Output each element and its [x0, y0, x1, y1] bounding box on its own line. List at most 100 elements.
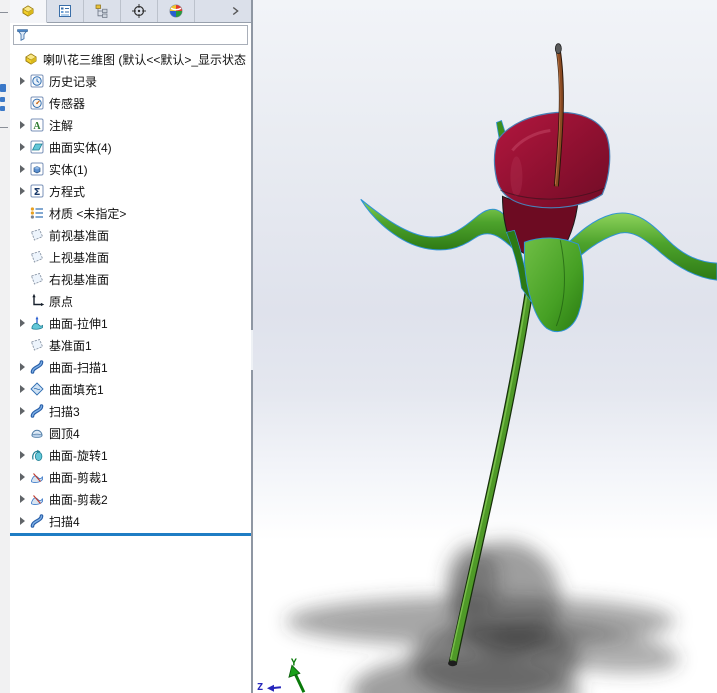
tree-item-label: 圆顶4: [49, 425, 80, 442]
tree-item[interactable]: 方程式: [10, 180, 251, 202]
origin-icon: [29, 293, 46, 309]
tree-item-label: 实体(1): [49, 161, 88, 178]
edge-divider: [0, 12, 8, 13]
tree-item[interactable]: 曲面-旋转1: [10, 444, 251, 466]
tree-item[interactable]: 曲面-扫描1: [10, 356, 251, 378]
tree-item-label: 扫描4: [49, 513, 80, 530]
tree-item[interactable]: 曲面-剪裁1: [10, 466, 251, 488]
surface-trim-icon: [29, 491, 46, 507]
surface-fill-icon: [29, 381, 46, 397]
tree-item[interactable]: 传感器: [10, 92, 251, 114]
tree-item-label: 曲面-剪裁2: [49, 491, 108, 508]
surface-extrude-icon: [29, 315, 46, 331]
tree-item[interactable]: 圆顶4: [10, 422, 251, 444]
plane-icon: [29, 227, 46, 243]
triad-z-label: Z: [257, 682, 263, 693]
model-shadow: [286, 542, 682, 693]
tree-item[interactable]: 基准面1: [10, 334, 251, 356]
tree-item[interactable]: 曲面填充1: [10, 378, 251, 400]
tree-item-label: 原点: [49, 293, 73, 310]
feature-tree: 喇叭花三维图 (默认<<默认>_显示状态 历史记录 传感器 注解 曲面实体(4): [10, 48, 251, 536]
expand-arrow-icon[interactable]: [16, 77, 28, 85]
tree-item[interactable]: 材质 <未指定>: [10, 202, 251, 224]
expand-arrow-icon[interactable]: [16, 143, 28, 151]
tree-item[interactable]: 曲面实体(4): [10, 136, 251, 158]
tab-configurationmanager[interactable]: [84, 0, 121, 22]
edge-divider: [0, 127, 8, 128]
surface-trim-icon: [29, 469, 46, 485]
expand-arrow-icon[interactable]: [16, 165, 28, 173]
filter-row: [10, 22, 251, 48]
tree-item-label: 曲面-扫描1: [49, 359, 108, 376]
expand-arrow-icon[interactable]: [16, 385, 28, 393]
expand-arrow-icon[interactable]: [16, 451, 28, 459]
tree-item-label: 曲面填充1: [49, 381, 104, 398]
tree-item[interactable]: 原点: [10, 290, 251, 312]
dome-icon: [29, 425, 46, 441]
part-icon: [23, 51, 40, 67]
tree-item[interactable]: 曲面-剪裁2: [10, 488, 251, 510]
tree-item[interactable]: 扫描3: [10, 400, 251, 422]
edge-glyph-icon: [0, 84, 6, 92]
display-manager-icon: [168, 3, 184, 19]
sweep-icon: [29, 359, 46, 375]
expand-arrow-icon[interactable]: [16, 495, 28, 503]
surface-bodies-icon: [29, 139, 46, 155]
tree-item[interactable]: 右视基准面: [10, 268, 251, 290]
expand-arrow-icon[interactable]: [16, 121, 28, 129]
tabbar-spacer: [195, 0, 219, 22]
tree-item[interactable]: 扫描4: [10, 510, 251, 532]
equations-icon: [29, 183, 46, 199]
tree-item[interactable]: 曲面-拉伸1: [10, 312, 251, 334]
tree-item-label: 注解: [49, 117, 73, 134]
edge-glyph-icon: [0, 97, 5, 102]
tab-propertymanager[interactable]: [47, 0, 84, 22]
tab-displaymanager[interactable]: [158, 0, 195, 22]
tree-item-label: 扫描3: [49, 403, 80, 420]
tree-item-label: 材质 <未指定>: [49, 205, 126, 222]
tab-featuremanager[interactable]: [10, 0, 47, 23]
tree-item[interactable]: 上视基准面: [10, 246, 251, 268]
filter-box[interactable]: [13, 25, 248, 45]
right-leaf: [560, 213, 717, 280]
tree-item[interactable]: 历史记录: [10, 70, 251, 92]
tree-item-label: 曲面-旋转1: [49, 447, 108, 464]
history-icon: [29, 73, 46, 89]
tree-item[interactable]: 实体(1): [10, 158, 251, 180]
tree-item-label: 右视基准面: [49, 271, 109, 288]
plane-icon: [29, 249, 46, 265]
expand-arrow-icon[interactable]: [16, 363, 28, 371]
tree-item-label: 基准面1: [49, 337, 92, 354]
tree-item[interactable]: 前视基准面: [10, 224, 251, 246]
tree-item-label: 历史记录: [49, 73, 97, 90]
featuremanager-panel: 喇叭花三维图 (默认<<默认>_显示状态 历史记录 传感器 注解 曲面实体(4): [10, 0, 253, 693]
tree-item-label: 曲面-拉伸1: [49, 315, 108, 332]
expand-arrow-icon[interactable]: [16, 407, 28, 415]
expand-arrow-icon[interactable]: [16, 187, 28, 195]
sensors-icon: [29, 95, 46, 111]
orientation-triad: Y Z: [257, 657, 304, 693]
filter-input[interactable]: [31, 27, 245, 43]
tree-item-label: 曲面-剪裁1: [49, 469, 108, 486]
tabbar-expand-button[interactable]: [219, 0, 251, 22]
tree-root-label: 喇叭花三维图 (默认<<默认>_显示状态: [43, 51, 246, 68]
flower-3d-model: Y Z: [253, 0, 717, 693]
solid-bodies-icon: [29, 161, 46, 177]
rollback-bar[interactable]: [10, 533, 251, 536]
plane-icon: [29, 271, 46, 287]
surface-revolve-icon: [29, 447, 46, 463]
tree-item-label: 曲面实体(4): [49, 139, 112, 156]
chevron-right-icon: [228, 4, 242, 18]
expand-arrow-icon[interactable]: [16, 319, 28, 327]
filter-funnel-icon: [16, 28, 29, 42]
solidworks-window: { "manager_tabs": [ {"icon": "featureman…: [0, 0, 717, 693]
tree-root-item[interactable]: 喇叭花三维图 (默认<<默认>_显示状态: [10, 48, 251, 70]
graphics-viewport[interactable]: Y Z: [253, 0, 717, 693]
tree-item[interactable]: 注解: [10, 114, 251, 136]
sepal-cup: [506, 230, 583, 331]
configuration-manager-icon: [94, 3, 110, 19]
edge-glyph-icon: [0, 106, 5, 111]
tab-dimxpertmanager[interactable]: [121, 0, 158, 22]
expand-arrow-icon[interactable]: [16, 517, 28, 525]
expand-arrow-icon[interactable]: [16, 473, 28, 481]
